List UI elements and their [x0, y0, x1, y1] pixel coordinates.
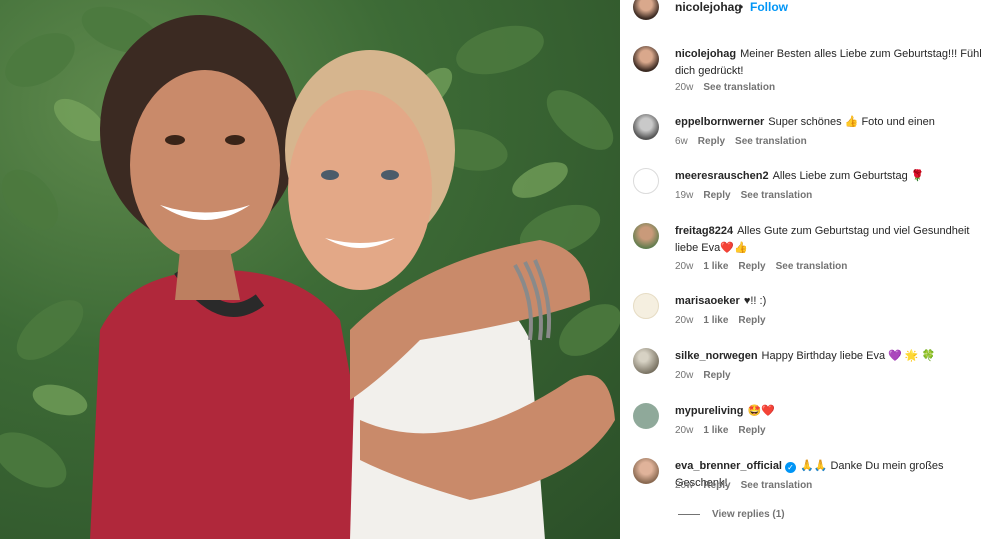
comment-username[interactable]: eva_brenner_official [675, 460, 782, 472]
comment-username[interactable]: meeresrauschen2 [675, 170, 769, 182]
comment-body: silke_norwegen Happy Birthday liebe Eva 💜… [675, 348, 994, 365]
avatar[interactable] [633, 293, 659, 319]
likes-count[interactable]: 1 like [703, 315, 728, 326]
comment-time: 20w [675, 315, 694, 326]
comment-time: 20w [675, 82, 694, 93]
comment-username[interactable]: silke_norwegen [675, 350, 758, 362]
view-replies-label: View replies (1) [712, 509, 785, 520]
avatar[interactable] [633, 403, 659, 429]
avatar[interactable] [633, 348, 659, 374]
comment-time: 6w [675, 136, 688, 147]
reply-link[interactable]: Reply [703, 190, 730, 201]
view-replies-button[interactable]: View replies (1) [678, 509, 785, 520]
reply-link[interactable]: Reply [738, 315, 765, 326]
comment-text: Alles Liebe zum Geburtstag 🌹 [772, 170, 925, 182]
see-translation-link[interactable]: See translation [703, 82, 775, 93]
comment-time: 20w [675, 425, 694, 436]
comment-time: 20w [675, 370, 694, 381]
comment-body: eppelbornwerner Super schönes 👍 Foto und … [675, 114, 994, 131]
comment-username[interactable]: freitag8224 [675, 225, 733, 237]
comment-time: 20w [675, 480, 694, 491]
comment-text: Happy Birthday liebe Eva 💜 🌟 🍀 [761, 350, 936, 362]
comment-text: ♥!! :) [743, 295, 767, 307]
comment-body: marisaoeker ♥!! :) [675, 293, 994, 310]
comment-meta: 20w 1 like Reply See translation [675, 261, 857, 272]
post-photo [0, 0, 620, 539]
comment-body: freitag8224 Alles Gute zum Geburtstag und… [675, 223, 994, 257]
comment-body: mypureliving 🤩❤️ [675, 403, 994, 420]
comment-meta: 6w Reply See translation [675, 136, 817, 147]
likes-count[interactable]: 1 like [703, 425, 728, 436]
comment-meta: 20w Reply [675, 370, 741, 381]
comment-body: nicolejohag Meiner Besten alles Liebe zum… [675, 46, 994, 80]
reply-link[interactable]: Reply [703, 480, 730, 491]
comment-username[interactable]: mypureliving [675, 405, 743, 417]
see-translation-link[interactable]: See translation [735, 136, 807, 147]
avatar[interactable] [633, 114, 659, 140]
view-replies-line [678, 513, 700, 515]
comment-meta: 20w 1 like Reply [675, 425, 776, 436]
comment-time: 20w [675, 261, 694, 272]
comment-meta: 20w 1 like Reply [675, 315, 776, 326]
reply-link[interactable]: Reply [703, 370, 730, 381]
header-avatar[interactable] [633, 0, 659, 20]
reply-link[interactable]: Reply [698, 136, 725, 147]
see-translation-link[interactable]: See translation [741, 480, 813, 491]
comment-meta: 20w See translation [675, 82, 785, 93]
see-translation-link[interactable]: See translation [741, 190, 813, 201]
avatar[interactable] [633, 168, 659, 194]
photo-illustration [0, 6, 620, 539]
comment-text: 🤩❤️ [747, 405, 775, 417]
comment-username[interactable]: marisaoeker [675, 295, 740, 307]
see-translation-link[interactable]: See translation [776, 261, 848, 272]
comment-time: 19w [675, 190, 694, 201]
reply-link[interactable]: Reply [738, 261, 765, 272]
comment-text: Super schönes 👍 Foto und einen [768, 116, 935, 128]
comment-meta: 19w Reply See translation [675, 190, 822, 201]
header-username[interactable]: nicolejohag [675, 0, 742, 14]
comment-username[interactable]: nicolejohag [675, 48, 736, 60]
comment-username[interactable]: eppelbornwerner [675, 116, 764, 128]
avatar[interactable] [633, 223, 659, 249]
comment-meta: 20w Reply See translation [675, 480, 822, 491]
reply-link[interactable]: Reply [738, 425, 765, 436]
follow-button[interactable]: Follow [750, 0, 788, 14]
header-separator: • [739, 0, 744, 14]
avatar[interactable] [633, 458, 659, 484]
comments-panel: nicolejohag • Follow nicolejohag Meiner B… [620, 0, 994, 539]
verified-badge-icon: ✓ [785, 462, 796, 473]
comment-body: meeresrauschen2 Alles Liebe zum Geburtsta… [675, 168, 994, 185]
likes-count[interactable]: 1 like [703, 261, 728, 272]
avatar[interactable] [633, 46, 659, 72]
